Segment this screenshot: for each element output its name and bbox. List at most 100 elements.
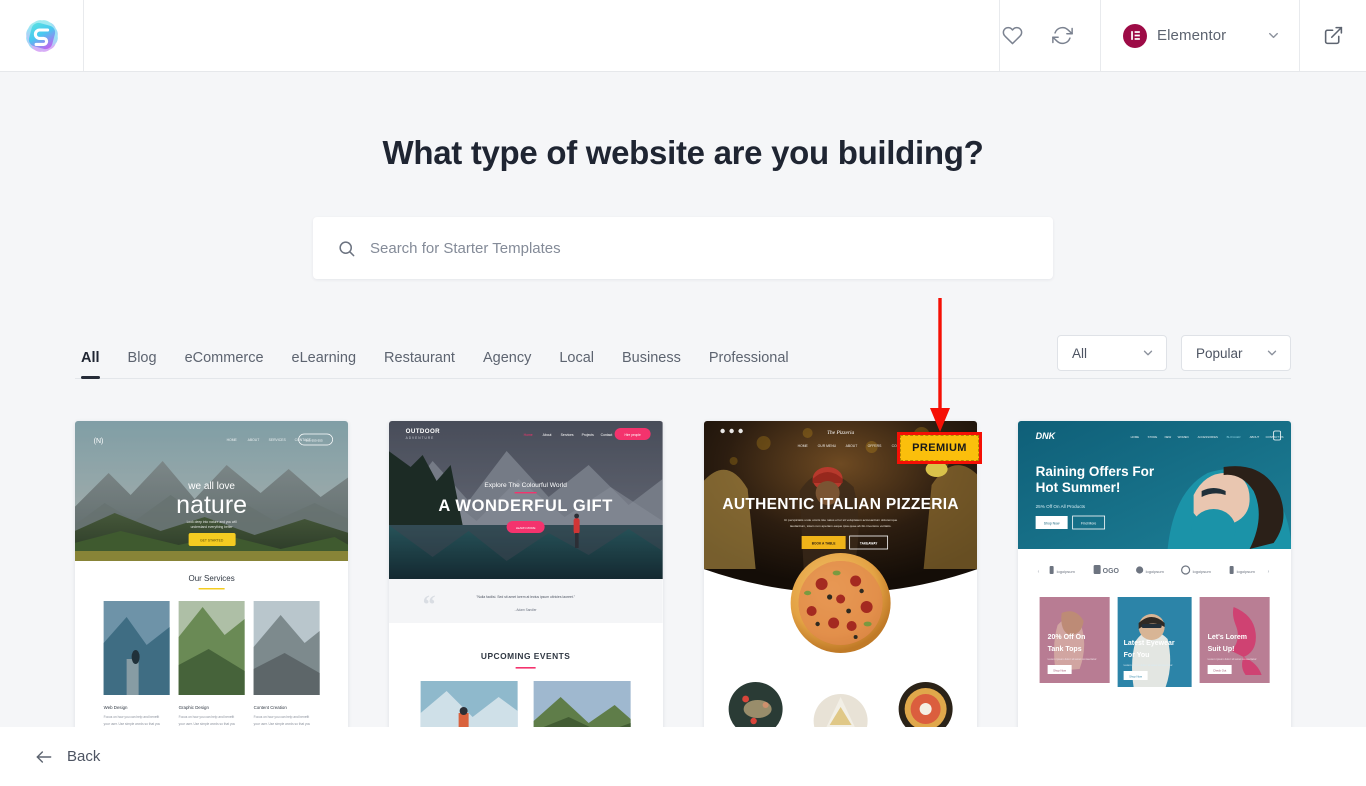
svg-text:GET STARTED: GET STARTED [200, 539, 224, 543]
svg-text:Raining Offers For: Raining Offers For [1035, 464, 1154, 479]
svg-text:20% Off On: 20% Off On [1047, 634, 1085, 641]
svg-text:laudantium, totam rem aperiam: laudantium, totam rem aperiam eaque ipsa… [789, 524, 891, 528]
tab-all[interactable]: All [75, 350, 114, 379]
svg-text:ABOUT: ABOUT [845, 444, 857, 448]
svg-text:Hire people: Hire people [625, 433, 642, 437]
svg-text:BOOK A TABLE: BOOK A TABLE [811, 542, 835, 546]
svg-text:HOME: HOME [227, 438, 238, 442]
sync-icon[interactable] [1050, 24, 1074, 48]
svg-text:Home: Home [524, 433, 533, 437]
tab-blog[interactable]: Blog [114, 350, 171, 378]
svg-text:OFFERS: OFFERS [867, 444, 881, 448]
svg-text:ABOUT: ABOUT [248, 438, 260, 442]
category-tabs: All Blog eCommerce eLearning Restaurant … [75, 350, 803, 379]
sort-filter-value: Popular [1196, 345, 1243, 361]
template-card-outdoor-adventure[interactable]: OUTDOOR ADVENTURE Home About Services Pr… [389, 421, 663, 727]
template-card-dnk-fashion[interactable]: DNK HOME STORE NEW WOMEN ACCESSORIES BLOGGE… [1017, 421, 1291, 727]
template-thumbnail: (N) HOME ABOUT SERVICES CONTACT 555-555-555… [75, 421, 349, 727]
filter-selects: All Popular [1057, 335, 1291, 378]
tab-local[interactable]: Local [545, 350, 608, 378]
svg-text:Look deep into nature and you: Look deep into nature and you will [187, 520, 237, 524]
svg-text:SERVICES: SERVICES [269, 438, 287, 442]
svg-text:OUTDOOR: OUTDOOR [406, 428, 441, 435]
type-filter-value: All [1072, 345, 1088, 361]
svg-text:Graphic Design: Graphic Design [179, 705, 210, 710]
filter-bar: All Blog eCommerce eLearning Restaurant … [75, 331, 1291, 379]
app-logo[interactable] [0, 0, 84, 71]
template-card-nature[interactable]: (N) HOME ABOUT SERVICES CONTACT 555-555-555… [75, 421, 349, 727]
svg-text:OGO: OGO [1102, 568, 1119, 575]
account-selector[interactable]: Elementor [1101, 0, 1300, 71]
sort-filter-select[interactable]: Popular [1181, 335, 1291, 371]
chevron-down-icon [1265, 346, 1279, 360]
svg-text:HOME: HOME [797, 444, 808, 448]
template-card-the-pizzeria[interactable]: The Pizzeria HOMEOUR MENUABOUT OFFERSCON… [703, 421, 977, 727]
svg-text:your user. Use simple words so: your user. Use simple words so that you [104, 722, 161, 726]
svg-text:Our Services: Our Services [189, 574, 235, 583]
open-external-button[interactable] [1300, 0, 1366, 71]
svg-text:Content Creation: Content Creation [254, 705, 288, 710]
svg-text:your user. Use simple words so: your user. Use simple words so that you [254, 722, 311, 726]
starter-templates-logo-icon [25, 19, 58, 52]
svg-text:Services: Services [561, 433, 574, 437]
account-name: Elementor [1157, 27, 1227, 44]
page-title: What type of website are you building? [382, 134, 984, 171]
svg-text:logoipsum: logoipsum [1192, 569, 1211, 574]
svg-text:AUTHENTIC ITALIAN PIZZERIA: AUTHENTIC ITALIAN PIZZERIA [722, 496, 959, 513]
svg-text:Shop Now: Shop Now [1129, 675, 1143, 679]
svg-text:(N): (N) [94, 438, 104, 445]
svg-text:Suit Up!: Suit Up! [1207, 646, 1234, 653]
svg-text:Focus on how you can help and: Focus on how you can help and benefit [254, 715, 310, 719]
search-input[interactable] [370, 239, 1029, 257]
svg-text:"Nulla facilisi. Sed sit amet: "Nulla facilisi. Sed sit amet lorem at l… [477, 595, 576, 599]
tab-agency[interactable]: Agency [469, 350, 545, 378]
svg-text:Focus on how you can help and: Focus on how you can help and benefit [179, 715, 235, 719]
svg-text:understand everything better: understand everything better [191, 525, 234, 529]
heart-icon[interactable] [1000, 24, 1024, 48]
svg-text:Focus on how you can help and: Focus on how you can help and benefit [104, 715, 160, 719]
back-button[interactable]: Back [34, 747, 100, 767]
tab-ecommerce[interactable]: eCommerce [171, 350, 278, 378]
svg-text:Web Design: Web Design [104, 705, 128, 710]
tab-restaurant[interactable]: Restaurant [370, 350, 469, 378]
svg-text:555-555-555: 555-555-555 [306, 439, 323, 443]
svg-text:logoipsum: logoipsum [1056, 569, 1075, 574]
svg-text:WOMEN: WOMEN [1177, 435, 1188, 439]
tab-business[interactable]: Business [608, 350, 695, 378]
svg-text:UPCOMING EVENTS: UPCOMING EVENTS [481, 651, 570, 661]
svg-text:ACCESSORIES: ACCESSORIES [1197, 435, 1217, 439]
back-button-label: Back [67, 748, 101, 765]
svg-text:For You: For You [1123, 652, 1149, 659]
tab-professional[interactable]: Professional [695, 350, 803, 378]
app-header: Elementor [0, 0, 1366, 72]
type-filter-select[interactable]: All [1057, 335, 1167, 371]
header-actions [1000, 0, 1101, 71]
svg-text:your user. Use simple words so: your user. Use simple words so that you [179, 722, 236, 726]
elementor-logo-icon [1123, 23, 1147, 48]
template-thumbnail: DNK HOME STORE NEW WOMEN ACCESSORIES BLOGGE… [1017, 421, 1291, 727]
svg-text:OUR MENU: OUR MENU [817, 444, 836, 448]
svg-text:ADVENTURE: ADVENTURE [406, 436, 435, 440]
svg-text:STORE: STORE [1147, 435, 1157, 439]
template-thumbnail: The Pizzeria HOMEOUR MENUABOUT OFFERSCON… [703, 421, 977, 727]
svg-text:ABOUT: ABOUT [1249, 435, 1259, 439]
svg-text:Shop Now: Shop Now [1044, 522, 1060, 526]
svg-text:Check Out: Check Out [1213, 669, 1226, 673]
svg-text:logoipsum: logoipsum [1236, 569, 1255, 574]
svg-text:Lorem ipsum dolor sit amet con: Lorem ipsum dolor sit amet consectetur [1123, 663, 1172, 667]
tab-elearning[interactable]: eLearning [278, 350, 371, 378]
external-link-icon [1324, 26, 1342, 45]
svg-text:- Adam Sandler: - Adam Sandler [515, 608, 538, 612]
svg-text:Lorem ipsum dolor sit amet con: Lorem ipsum dolor sit amet consectetur [1207, 657, 1256, 661]
svg-text:Tank Tops: Tank Tops [1047, 646, 1081, 653]
page-content: What type of website are you building? A… [0, 72, 1366, 727]
svg-text:Contact: Contact [601, 433, 613, 437]
svg-text:Lorem ipsum dolor sit amet con: Lorem ipsum dolor sit amet consectetur [1047, 657, 1096, 661]
search-bar[interactable] [313, 217, 1053, 279]
svg-text:25% Off On All Products: 25% Off On All Products [1035, 504, 1085, 509]
chevron-down-icon[interactable] [1266, 28, 1281, 43]
template-thumbnail: OUTDOOR ADVENTURE Home About Services Pr… [389, 421, 663, 727]
bottom-bar: Back [0, 727, 1366, 786]
svg-text:Find More: Find More [1081, 522, 1096, 526]
svg-text:TAKEAWAY: TAKEAWAY [859, 542, 877, 546]
